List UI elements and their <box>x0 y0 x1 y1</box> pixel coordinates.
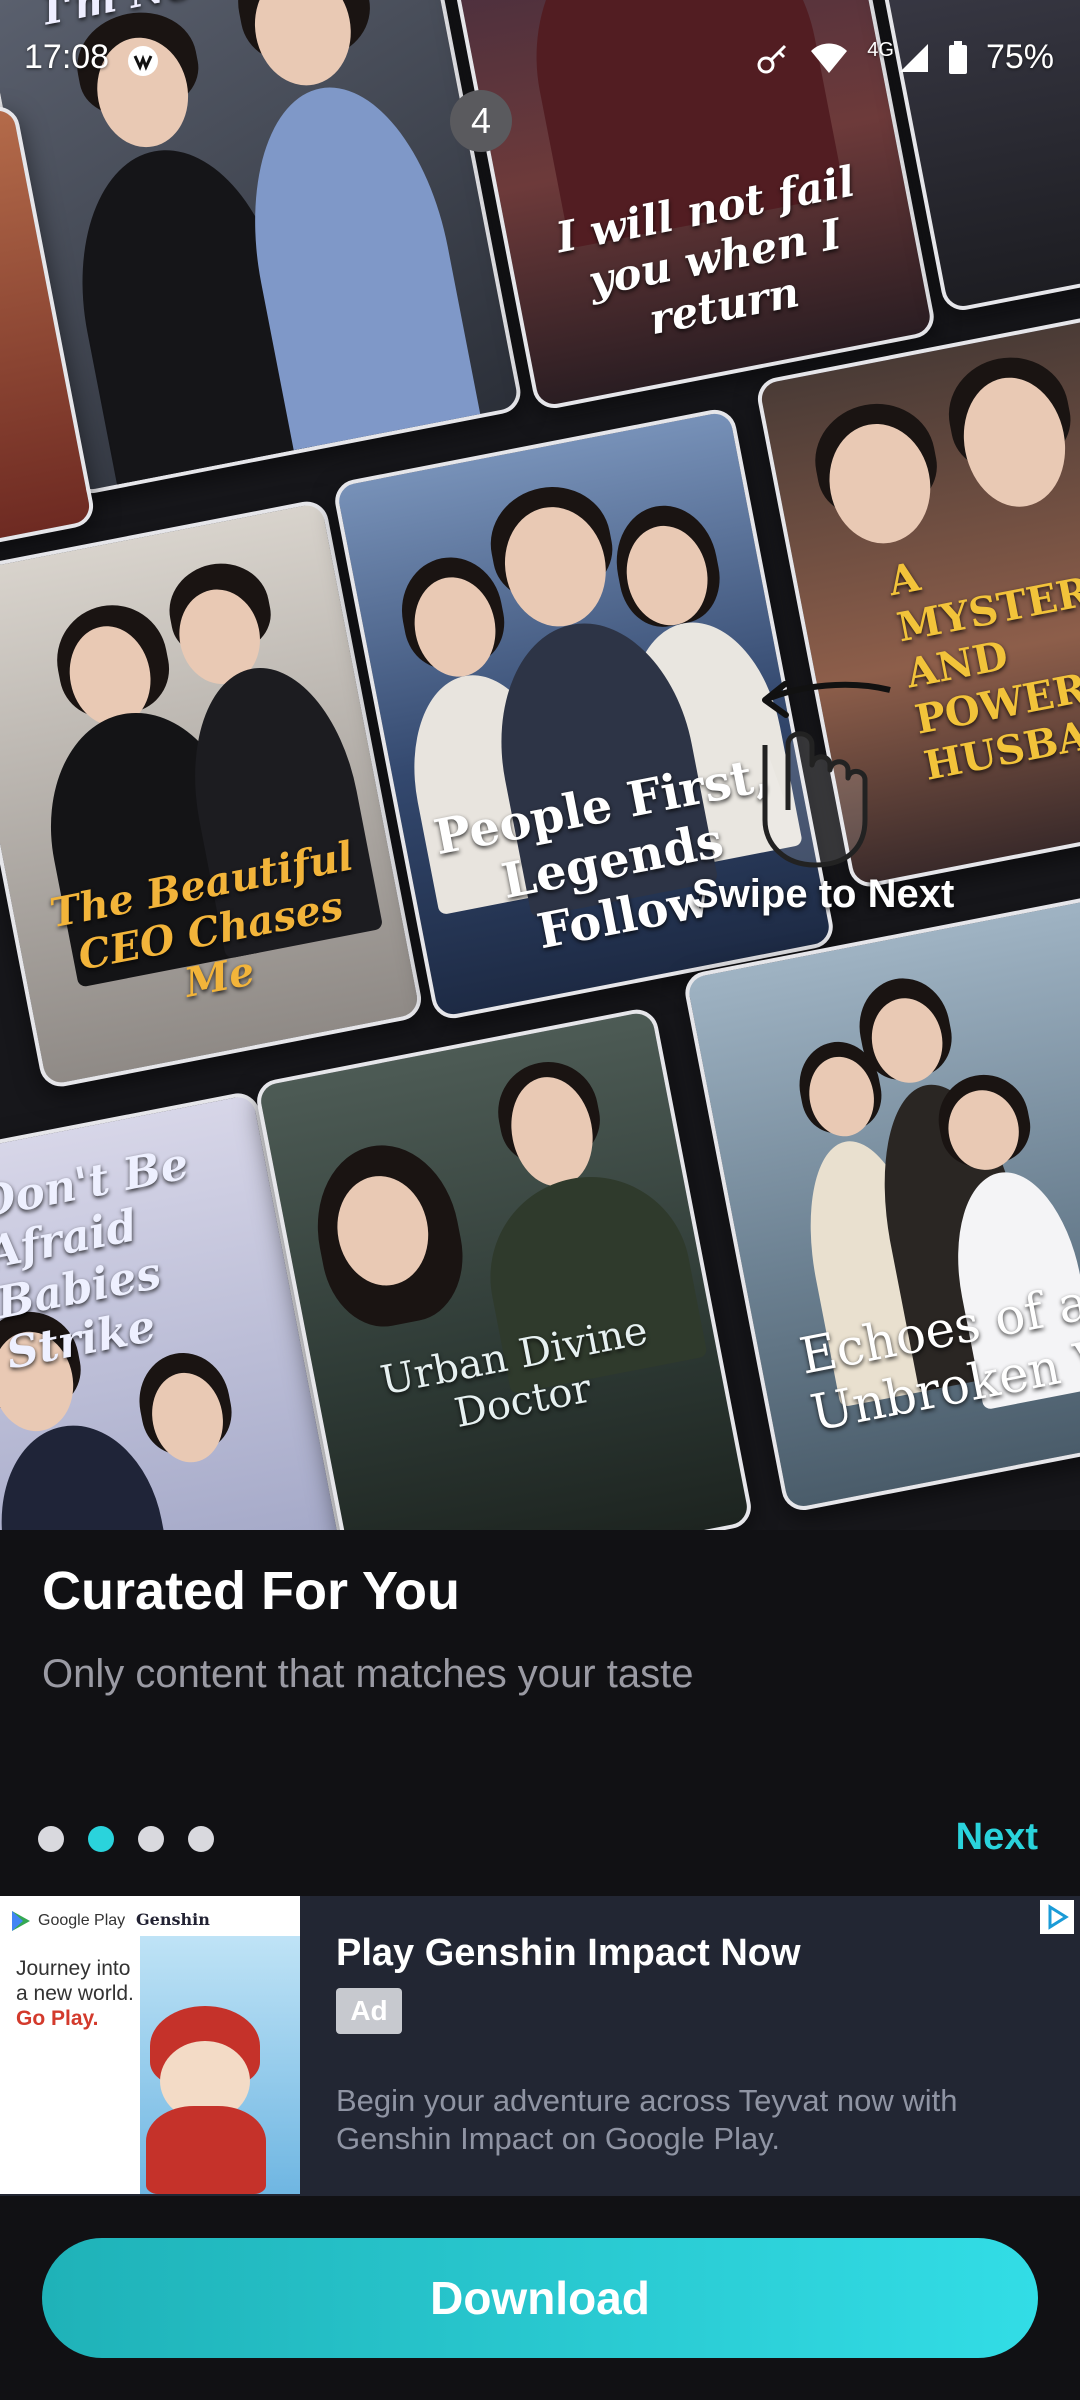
page-counter-badge: 4 <box>450 90 512 152</box>
ad-title[interactable]: Play Genshin Impact Now <box>336 1932 801 1975</box>
google-play-icon <box>12 1911 30 1931</box>
ad-image-tagline: a new world. <box>16 1982 134 2005</box>
page-dot[interactable] <box>38 1826 64 1852</box>
page-title: Curated For You <box>42 1561 461 1621</box>
wifi-icon <box>811 43 848 73</box>
ad-image-cta: Go Play. <box>16 2007 99 2030</box>
ad-description: Begin your adventure across Teyvat now w… <box>336 2083 958 2156</box>
next-button[interactable]: Next <box>956 1816 1038 1859</box>
ad-choices-icon[interactable] <box>1040 1900 1074 1934</box>
page-dot[interactable] <box>138 1826 164 1852</box>
poster-title: Don't Be Afraid Babies Strike <box>0 1138 193 1380</box>
swipe-hand-icon <box>762 681 891 868</box>
poster-mosaic[interactable]: I'm No Nobody I will not fail you when I… <box>0 0 1080 1530</box>
network-type: 4G <box>867 39 894 61</box>
ad-image[interactable]: Google Play Genshin Journey into a new w… <box>0 1896 300 2194</box>
status-bar: 17:08 4G 75% <box>0 0 1080 120</box>
cell-signal-icon <box>899 43 928 72</box>
vpn-key-icon <box>757 44 787 73</box>
ad-banner[interactable]: Google Play Genshin Journey into a new w… <box>0 1896 1080 2196</box>
battery-icon <box>948 40 967 74</box>
swipe-hint: Swipe to Next <box>692 872 955 916</box>
ad-label-badge: Ad <box>336 1988 402 2034</box>
page-dot[interactable] <box>188 1826 214 1852</box>
notification-app-icon <box>128 46 158 76</box>
poster-card[interactable]: Echoes of an Unbroken Vow <box>681 894 1080 1514</box>
page-indicator <box>38 1826 214 1852</box>
ad-image-store: Google Play <box>38 1912 126 1929</box>
download-button[interactable]: Download <box>42 2238 1038 2358</box>
ad-image-tagline: Journey into <box>16 1957 131 1980</box>
page-dot-active[interactable] <box>88 1826 114 1852</box>
page-subtitle: Only content that matches your taste <box>42 1652 694 1696</box>
status-time: 17:08 <box>24 38 110 76</box>
poster-card[interactable]: Urban Divine Doctor <box>253 1005 755 1530</box>
battery-percent: 75% <box>985 38 1054 76</box>
ad-image-brand: Genshin <box>136 1910 210 1929</box>
